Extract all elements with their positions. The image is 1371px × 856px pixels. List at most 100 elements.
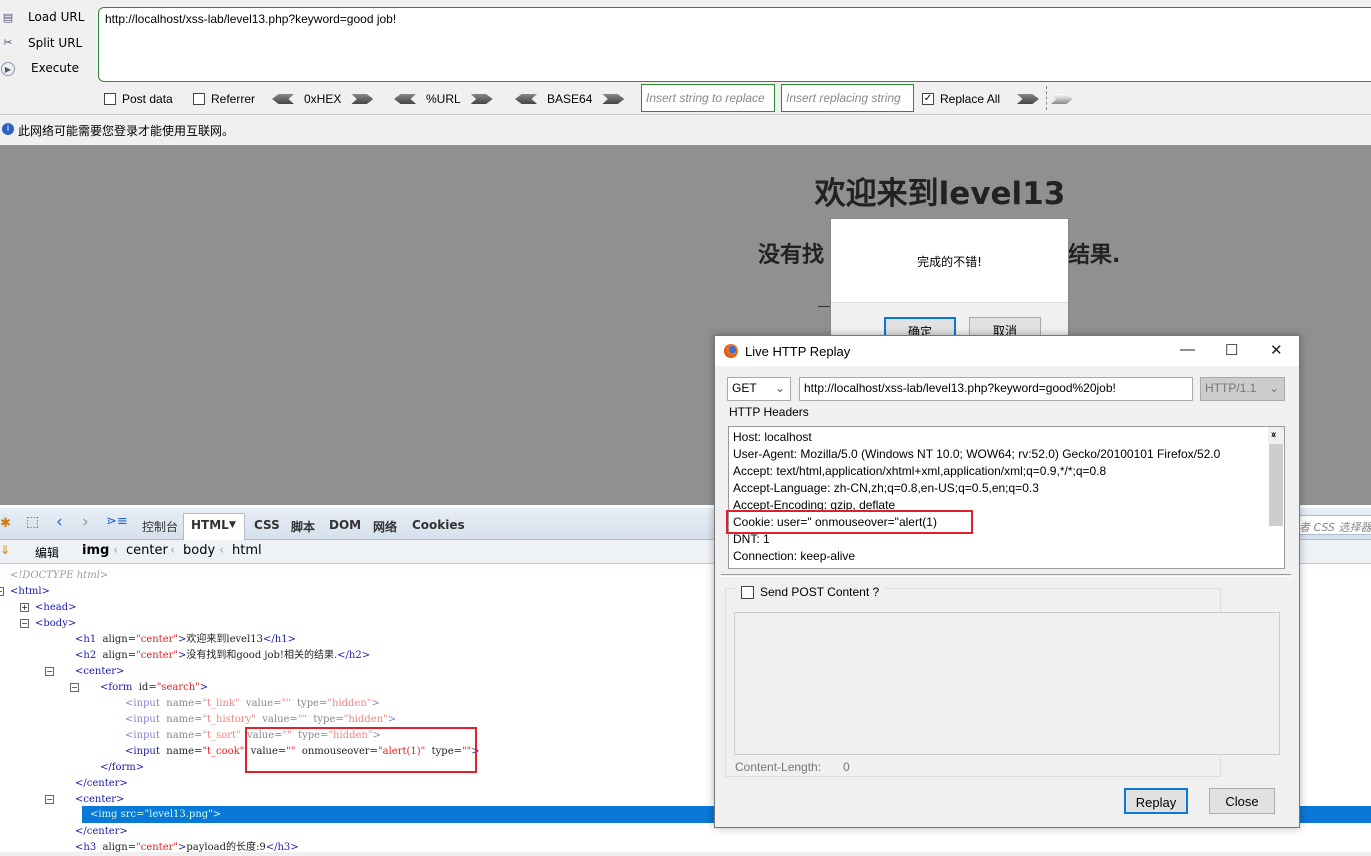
method-select[interactable]: GET ⌄ [727, 377, 791, 401]
replacing-string-input[interactable]: Insert replacing string [781, 84, 914, 112]
hex-encode-arrow[interactable] [351, 94, 374, 104]
url-input[interactable]: http://localhost/xss-lab/level13.php?key… [799, 377, 1193, 401]
chevron-down-icon: ⌄ [1268, 381, 1279, 395]
node-token: <input [125, 698, 160, 709]
tree-node[interactable]: <head> [35, 600, 76, 616]
version-value: HTTP/1.1 [1205, 381, 1257, 395]
highlight-box [245, 727, 477, 773]
breadcrumb-html[interactable]: html [232, 543, 262, 558]
node-token: </center> [75, 826, 128, 837]
collapse-icon[interactable]: − [0, 587, 4, 596]
collapse-icon[interactable]: − [70, 683, 79, 692]
scissors-icon: ✂ [3, 36, 13, 49]
url-textarea[interactable]: http://localhost/xss-lab/level13.php?key… [98, 7, 1371, 82]
maximize-icon[interactable]: ☐ [1225, 341, 1238, 359]
node-token: align= [96, 650, 137, 661]
tree-node[interactable]: <h3 align="center">payload的长度:9</h3> [75, 840, 299, 856]
info-bar[interactable]: i 此网络可能需要您登录才能使用互联网。 [0, 114, 1371, 144]
tab-net[interactable]: 网络 [373, 518, 397, 535]
post-content-textarea[interactable] [734, 612, 1280, 755]
replay-button[interactable]: Replay [1124, 788, 1188, 814]
send-post-checkbox[interactable]: Send POST Content ? [735, 585, 886, 599]
extra-arrow[interactable] [1051, 94, 1073, 104]
url-encode-arrow[interactable] [470, 94, 493, 104]
tree-node[interactable]: <form id="search"> [100, 680, 208, 696]
search-input[interactable]: 者 CSS 选择器 [1296, 515, 1371, 535]
chevron-down-icon[interactable]: ▼ [229, 520, 236, 530]
tree-node[interactable]: <body> [35, 616, 76, 632]
node-token: <h1 [75, 634, 97, 645]
node-token: value= [255, 714, 298, 725]
header-line: Accept-Language: zh-CN,zh;q=0.8,en-US;q=… [733, 481, 1039, 495]
execute-button[interactable]: Execute [31, 61, 79, 75]
step-icon[interactable]: ⋗≡ [106, 514, 128, 529]
node-token: type= [307, 714, 344, 725]
tree-node[interactable]: <html> [10, 584, 50, 600]
firebug-icon[interactable]: ✱ [0, 516, 11, 531]
edit-button[interactable]: 编辑 [35, 544, 59, 561]
expand-icon[interactable]: + [20, 603, 29, 612]
tree-node[interactable]: <input name="t_history" value="" type="h… [125, 712, 396, 728]
breadcrumb-center[interactable]: center [126, 543, 168, 558]
tree-node[interactable]: <h2 align="center">没有找到和good job!相关的结果.<… [75, 648, 370, 664]
base64-encode-arrow[interactable] [602, 94, 625, 104]
split-url-button[interactable]: Split URL [28, 36, 82, 50]
node-token: name= [159, 746, 203, 757]
hex-decode-arrow[interactable] [272, 94, 294, 104]
tree-node[interactable]: </center> [75, 824, 128, 840]
base64-decode-arrow[interactable] [515, 94, 537, 104]
node-token: "t_cook" [202, 746, 245, 757]
tree-node[interactable]: <input name="t_link" value="" type="hidd… [125, 696, 380, 712]
node-token: type= [290, 698, 328, 709]
tab-console[interactable]: 控制台 [142, 518, 178, 535]
node-token: "t_sort" [202, 730, 241, 741]
url-decode-arrow[interactable] [394, 94, 416, 104]
scroll-down-icon[interactable]: ˅ [1271, 427, 1276, 444]
headers-textarea[interactable]: Host: localhost User-Agent: Mozilla/5.0 (… [728, 426, 1285, 569]
node-token: > [199, 682, 209, 693]
collapse-icon[interactable]: − [45, 795, 54, 804]
layout-icon[interactable]: ⇓ [0, 543, 10, 557]
post-data-checkbox[interactable]: Post data [104, 89, 173, 109]
send-post-label: Send POST Content ? [760, 585, 880, 599]
tree-node[interactable]: <h1 align="center">欢迎来到level13</h1> [75, 632, 296, 648]
content-length-value: 0 [843, 760, 850, 774]
forward-icon[interactable]: › [82, 512, 89, 532]
scrollbar[interactable]: ˄ ˅ [1268, 427, 1284, 526]
replace-arrow[interactable] [1017, 94, 1039, 104]
tab-dom[interactable]: DOM [329, 518, 361, 532]
breadcrumb-body[interactable]: body [183, 543, 215, 558]
tree-node[interactable]: </center> [75, 776, 128, 792]
tab-cookies[interactable]: Cookies [412, 518, 465, 532]
header-line: Connection: keep-alive [733, 549, 856, 563]
replace-string-input[interactable]: Insert string to replace [641, 84, 775, 112]
tree-node[interactable]: <center> [75, 792, 124, 808]
headers-label: HTTP Headers [729, 405, 809, 419]
http-version-select[interactable]: HTTP/1.1 ⌄ [1200, 377, 1285, 401]
node-token: "t_history" [202, 714, 256, 725]
node-token: value= [239, 698, 282, 709]
node-token: "" [281, 698, 291, 709]
collapse-icon[interactable]: − [45, 667, 54, 676]
node-token: <html> [10, 586, 50, 597]
load-url-button[interactable]: Load URL [28, 10, 84, 24]
tree-node[interactable]: </form> [100, 760, 144, 776]
close-icon[interactable]: ✕ [1270, 341, 1283, 359]
node-token: "hidden" [327, 698, 372, 709]
tab-html[interactable]: HTML [191, 518, 229, 532]
collapse-icon[interactable]: − [20, 619, 29, 628]
minimize-icon[interactable]: — [1180, 341, 1195, 358]
replace-all-checkbox[interactable]: ✓ Replace All [922, 89, 1000, 109]
content-length-label: Content-Length: [735, 760, 822, 774]
tree-node[interactable]: <center> [75, 664, 124, 680]
close-button[interactable]: Close [1209, 788, 1275, 814]
inspect-icon[interactable]: ⬚ [26, 514, 39, 530]
tab-script[interactable]: 脚本 [291, 518, 315, 535]
node-token: "search" [156, 682, 200, 693]
tree-node[interactable]: <!DOCTYPE html> [10, 568, 108, 584]
node-token: <h2 [75, 650, 97, 661]
breadcrumb-img[interactable]: img [82, 543, 109, 558]
tab-css[interactable]: CSS [254, 518, 280, 532]
referrer-checkbox[interactable]: Referrer [193, 89, 255, 109]
back-icon[interactable]: ‹ [56, 512, 63, 532]
